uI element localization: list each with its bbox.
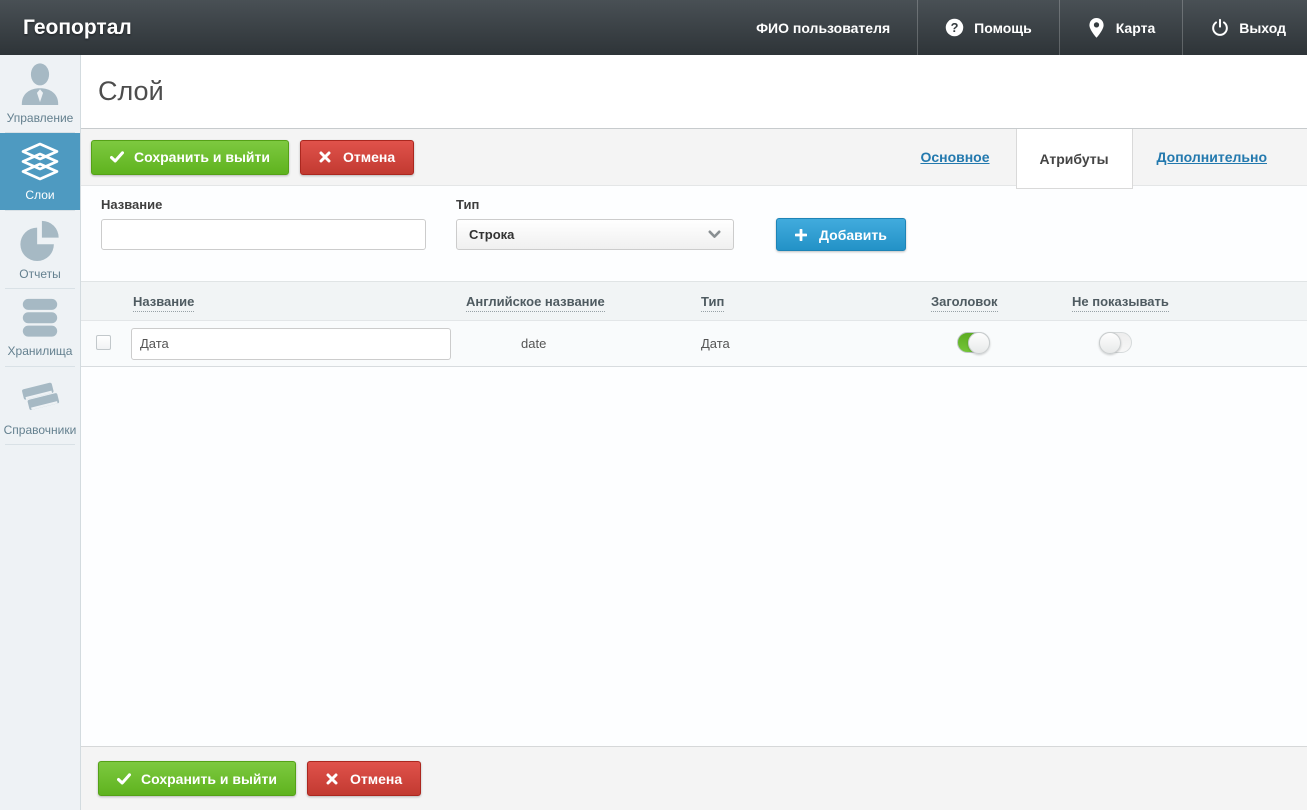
chevron-down-icon <box>708 227 721 242</box>
cancel-button[interactable]: Отмена <box>299 139 415 175</box>
sidebar-item-label: Слои <box>25 188 55 202</box>
attribute-name-input[interactable] <box>101 219 426 250</box>
sidebar-item-dictionaries[interactable]: Справочники <box>0 367 80 444</box>
column-header-title[interactable]: Заголовок <box>931 293 998 312</box>
bottom-toolbar: Сохранить и выйти Отмена <box>81 746 1307 810</box>
add-attribute-button[interactable]: Добавить <box>776 218 906 251</box>
cancel-button-bottom[interactable]: Отмена <box>306 761 422 796</box>
books-icon <box>17 374 63 418</box>
tab-attributes[interactable]: Атрибуты <box>1015 129 1133 189</box>
add-attribute-form: Название Тип Строка Добавить <box>81 186 1307 281</box>
sidebar-item-reports[interactable]: Отчеты <box>0 211 80 288</box>
sidebar-separator <box>5 444 75 445</box>
sidebar-item-layers[interactable]: Слои <box>0 133 80 210</box>
sidebar-item-label: Хранилища <box>7 344 73 358</box>
row-name-input[interactable] <box>131 327 451 360</box>
sidebar-item-storages[interactable]: Хранилища <box>0 289 80 366</box>
map-button[interactable]: Карта <box>1058 0 1183 55</box>
tab-main[interactable]: Основное <box>920 149 989 165</box>
logout-button[interactable]: Выход <box>1182 0 1307 55</box>
save-exit-button[interactable]: Сохранить и выйти <box>91 139 289 175</box>
column-header-name[interactable]: Название <box>133 293 195 312</box>
attribute-type-select[interactable]: Строка <box>456 219 734 250</box>
check-icon <box>110 151 124 163</box>
row-type: Дата <box>701 336 730 351</box>
empty-area <box>81 367 1307 746</box>
power-icon <box>1210 18 1229 38</box>
sidebar-item-label: Управление <box>6 111 74 125</box>
sidebar-item-label: Отчеты <box>19 267 61 281</box>
user-icon <box>17 62 63 106</box>
app-title: Геопортал <box>23 15 132 39</box>
attributes-table-header: Название Английское название Тип Заголов… <box>81 281 1307 321</box>
row-english-name: date <box>521 336 547 351</box>
map-pin-icon <box>1087 17 1106 38</box>
plus-icon <box>795 228 809 241</box>
hide-toggle-off[interactable] <box>1099 331 1132 354</box>
selected-type-value: Строка <box>469 227 515 242</box>
save-exit-button-bottom[interactable]: Сохранить и выйти <box>98 761 296 796</box>
help-icon: ? <box>945 18 964 38</box>
table-row: date Дата <box>81 321 1307 367</box>
column-header-type[interactable]: Тип <box>701 293 725 312</box>
main-content: Слой Сохранить и выйти Отмена Основное А… <box>80 55 1307 810</box>
page-title: Слой <box>98 76 164 106</box>
row-select-checkbox[interactable] <box>96 334 111 350</box>
top-toolbar: Сохранить и выйти Отмена Основное Атрибу… <box>81 128 1307 189</box>
x-icon <box>326 773 340 785</box>
app-header: Геопортал ФИО пользователя ? Помощь Карт… <box>0 0 1307 55</box>
user-name[interactable]: ФИО пользователя <box>729 0 917 55</box>
column-header-hide[interactable]: Не показывать <box>1072 293 1169 312</box>
database-icon <box>19 297 61 339</box>
sidebar-item-management[interactable]: Управление <box>0 55 80 132</box>
name-label: Название <box>101 197 163 212</box>
tab-additional[interactable]: Дополнительно <box>1157 149 1267 165</box>
sidebar: Управление Слои Отчеты Хранилища Справоч… <box>0 55 80 810</box>
sidebar-item-label: Справочники <box>3 423 77 437</box>
tab-bar: Основное Атрибуты Дополнительно <box>920 129 1307 189</box>
layers-icon <box>17 141 63 183</box>
column-header-english-name[interactable]: Английское название <box>466 293 605 312</box>
type-label: Тип <box>456 197 480 212</box>
title-bar: Слой <box>81 55 1307 128</box>
svg-text:?: ? <box>951 20 959 35</box>
header-nav: ФИО пользователя ? Помощь Карта Выход <box>729 0 1307 55</box>
x-icon <box>319 151 333 163</box>
title-toggle-on[interactable] <box>957 331 990 354</box>
check-icon <box>117 772 131 785</box>
help-button[interactable]: ? Помощь <box>917 0 1059 55</box>
pie-chart-icon <box>17 218 63 262</box>
